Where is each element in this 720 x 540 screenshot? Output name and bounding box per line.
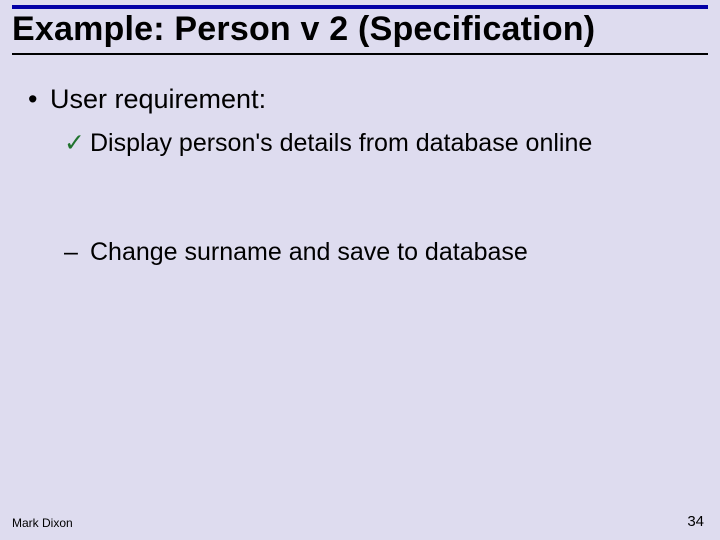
bullet-user-requirement: • User requirement: — [28, 82, 700, 117]
bullet-text: User requirement: — [50, 82, 266, 117]
dash-icon: – — [64, 236, 90, 269]
top-rule — [12, 5, 708, 9]
bullet-display-details: ✓ Display person's details from database… — [64, 127, 700, 160]
bullet-text: Display person's details from database o… — [90, 127, 592, 160]
bullet-change-surname: – Change surname and save to database — [64, 236, 700, 269]
check-icon: ✓ — [64, 127, 90, 160]
slide-body: • User requirement: ✓ Display person's d… — [28, 82, 700, 274]
slide: Example: Person v 2 (Specification) • Us… — [0, 0, 720, 540]
footer-page-number: 34 — [687, 513, 704, 530]
footer-author: Mark Dixon — [12, 516, 73, 530]
spacer — [28, 166, 700, 236]
bullet-dot-icon: • — [28, 82, 50, 117]
slide-title: Example: Person v 2 (Specification) — [12, 10, 708, 55]
bullet-text: Change surname and save to database — [90, 236, 528, 269]
